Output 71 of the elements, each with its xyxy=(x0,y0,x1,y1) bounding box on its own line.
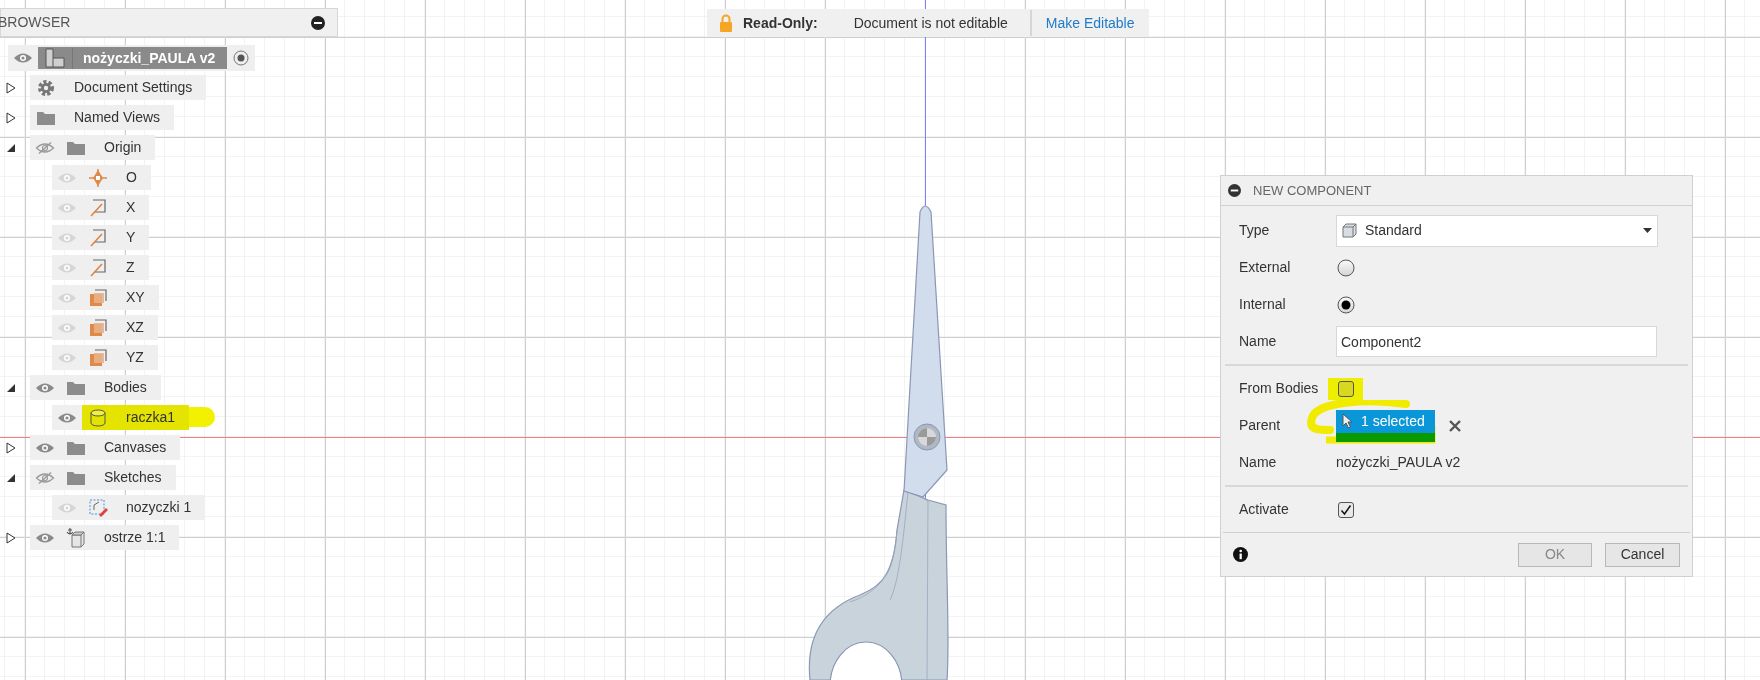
tree-item[interactable]: Sketches xyxy=(30,465,176,490)
anchored-box-icon xyxy=(66,527,86,548)
expanded-triangle-icon[interactable] xyxy=(6,382,16,393)
check-icon xyxy=(1339,503,1352,516)
plane-icon xyxy=(88,347,108,368)
root-label: nożyczki_PAULA v2 xyxy=(72,47,228,69)
axis-icon xyxy=(88,257,108,278)
tree-item[interactable]: O xyxy=(52,165,151,190)
plane-icon xyxy=(88,287,108,308)
checkbox[interactable] xyxy=(1328,377,1363,400)
collapsed-triangle-icon[interactable] xyxy=(6,531,16,544)
radio-button[interactable] xyxy=(1337,258,1355,277)
name-input-field[interactable]: Component2 xyxy=(1336,326,1657,357)
tree-item[interactable]: Document Settings xyxy=(30,75,207,100)
tree-item[interactable]: XZ xyxy=(52,315,158,340)
tree-item[interactable]: Named Views xyxy=(30,105,175,130)
read-only-label: Read-Only: xyxy=(743,13,818,33)
read-only-message: Document is not editable xyxy=(853,13,1008,33)
eye-icon[interactable] xyxy=(57,411,77,424)
tree-item[interactable]: XY xyxy=(52,285,159,310)
field-label: Internal xyxy=(1238,295,1287,314)
cube-icon xyxy=(1342,223,1357,238)
tree-item[interactable]: nozyczki 1 xyxy=(52,495,206,520)
tree-item[interactable]: Canvases xyxy=(30,435,181,460)
dropdown-caret-icon xyxy=(1643,228,1652,233)
tree-item[interactable]: Y xyxy=(52,225,150,250)
tree-item[interactable]: Bodies xyxy=(30,375,161,400)
tree-item[interactable]: X xyxy=(52,195,150,220)
axis-icon xyxy=(88,197,108,218)
field-label: External xyxy=(1238,258,1292,277)
eye-icon[interactable] xyxy=(35,441,55,454)
lock-icon xyxy=(719,14,733,32)
field-label: Activate xyxy=(1238,500,1290,519)
eye-icon[interactable] xyxy=(35,531,55,544)
collapsed-triangle-icon[interactable] xyxy=(6,111,16,124)
activate-radio-icon[interactable] xyxy=(233,50,250,66)
radio-button[interactable] xyxy=(1337,295,1355,314)
make-editable-link[interactable]: Make Editable xyxy=(1031,9,1149,37)
type-dropdown[interactable]: Standard xyxy=(1336,214,1658,247)
cylinder-icon xyxy=(88,407,108,428)
component-icon xyxy=(44,48,66,68)
field-label: From Bodies xyxy=(1238,379,1320,398)
sketch-icon xyxy=(88,497,108,518)
collapsed-triangle-icon[interactable] xyxy=(6,441,16,454)
expanded-triangle-icon[interactable] xyxy=(6,142,16,153)
field-label: Type xyxy=(1238,221,1271,240)
eye-icon[interactable] xyxy=(13,52,33,64)
axis-icon xyxy=(88,227,108,248)
parent-name-text: nożyczki_PAULA v2 xyxy=(1336,453,1461,472)
tree-item[interactable]: Z xyxy=(52,255,149,280)
tree-item[interactable]: ostrze 1:1 xyxy=(30,525,180,550)
panel-title: BROWSER xyxy=(0,13,71,32)
collapse-icon[interactable] xyxy=(311,15,325,30)
field-label: Name xyxy=(1238,332,1278,351)
tree-item[interactable]: raczka1 xyxy=(52,405,190,430)
gear-icon xyxy=(36,77,56,98)
field-label: Parent xyxy=(1238,416,1282,435)
eye-icon[interactable] xyxy=(35,381,55,394)
tree-item[interactable]: YZ xyxy=(52,345,158,370)
field-label: Name xyxy=(1238,453,1278,472)
origin-point-icon xyxy=(88,167,108,188)
dialog-button[interactable]: Cancel xyxy=(1605,542,1680,567)
expanded-triangle-icon[interactable] xyxy=(6,472,16,483)
info-icon[interactable] xyxy=(1233,547,1248,562)
plane-icon xyxy=(88,317,108,338)
cursor-arrow-icon xyxy=(1342,413,1353,429)
collapsed-triangle-icon[interactable] xyxy=(6,81,16,94)
clear-icon[interactable] xyxy=(1448,419,1461,432)
dialog-title: NEW COMPONENT xyxy=(1253,181,1372,200)
collapse-icon[interactable] xyxy=(1228,184,1241,197)
tree-item[interactable]: Origin xyxy=(30,135,156,160)
